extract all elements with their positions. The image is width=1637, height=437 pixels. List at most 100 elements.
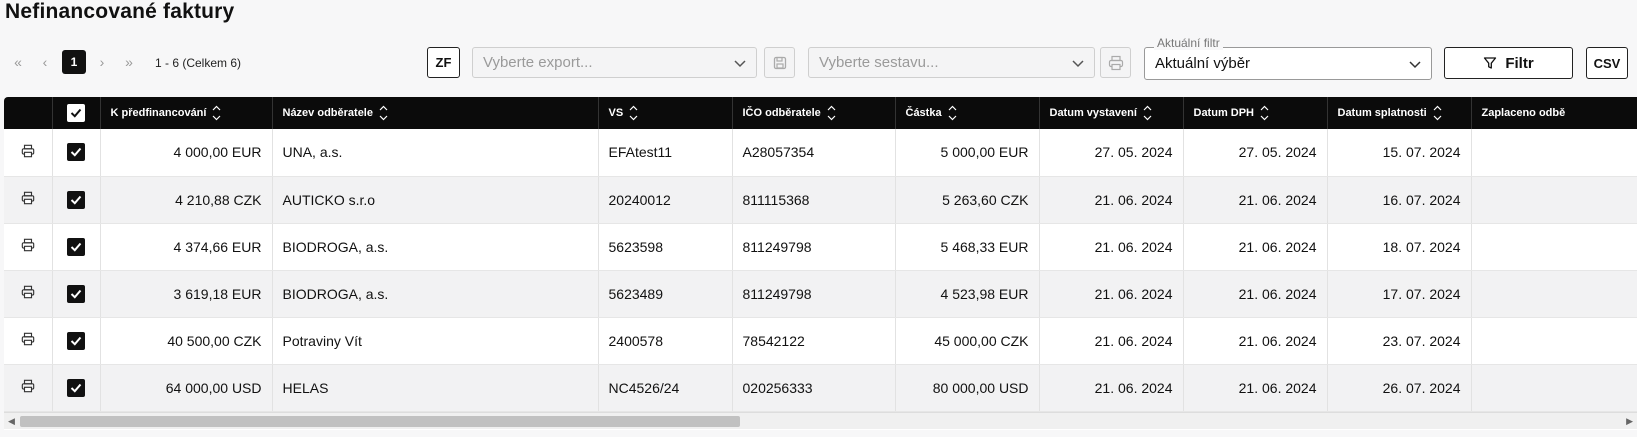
cell-vs: 5623598	[598, 223, 733, 271]
cell-customer: Potraviny Vít	[272, 317, 599, 365]
first-page-icon[interactable]: «	[7, 51, 29, 73]
header-prefinance[interactable]: K předfinancování	[100, 97, 273, 129]
cell-due: 18. 07. 2024	[1327, 223, 1472, 271]
printer-icon[interactable]	[21, 144, 35, 161]
sort-icon[interactable]	[1143, 104, 1152, 122]
row-checkbox[interactable]	[67, 378, 85, 397]
sort-icon[interactable]	[629, 104, 638, 122]
printer-icon[interactable]	[21, 332, 35, 349]
print-report-button[interactable]	[1100, 47, 1131, 78]
select-all-checkbox[interactable]	[67, 104, 85, 122]
sort-icon[interactable]	[379, 104, 388, 122]
cell-ico: 811249798	[732, 270, 896, 318]
cell-due: 16. 07. 2024	[1327, 176, 1472, 224]
cell-customer: HELAS	[272, 364, 599, 412]
save-export-button[interactable]	[764, 47, 795, 78]
save-icon	[773, 56, 786, 69]
sort-icon[interactable]	[948, 104, 957, 122]
header-paid[interactable]: Zaplaceno odbě	[1471, 97, 1637, 129]
table-row[interactable]: 3 619,18 EUR BIODROGA, a.s. 5623489 8112497…	[4, 270, 1637, 318]
filter-button[interactable]: Filtr	[1444, 47, 1573, 79]
header-amount[interactable]: Částka	[895, 97, 1040, 129]
cell-vs: 20240012	[598, 176, 733, 224]
cell-due: 15. 07. 2024	[1327, 129, 1472, 177]
cell-issued: 21. 06. 2024	[1039, 223, 1184, 271]
current-filter-label: Aktuální filtr	[1154, 36, 1223, 50]
cell-ico: A28057354	[732, 129, 896, 177]
cell-paid	[1471, 270, 1637, 318]
row-select-cell	[52, 129, 101, 177]
sort-icon[interactable]	[212, 104, 221, 122]
cell-ico: 811115368	[732, 176, 896, 224]
toolbar: « ‹ 1 › » 1 - 6 (Celkem 6) ZF Vyberte ex…	[0, 36, 1637, 84]
header-due[interactable]: Datum splatnosti	[1327, 97, 1472, 129]
chevron-down-icon	[1072, 60, 1084, 68]
row-checkbox[interactable]	[67, 143, 85, 162]
horizontal-scrollbar[interactable]: ◀ ▶	[4, 412, 1637, 429]
cell-issued: 27. 05. 2024	[1039, 129, 1184, 177]
export-select-placeholder: Vyberte export...	[483, 54, 593, 71]
current-filter-value: Aktuální výběr	[1155, 55, 1251, 72]
cell-paid	[1471, 176, 1637, 224]
table-row[interactable]: 4 000,00 EUR UNA, a.s. EFAtest11 A28057354 5…	[4, 129, 1637, 177]
cell-ico: 020256333	[732, 364, 896, 412]
cell-customer: AUTICKO s.r.o	[272, 176, 599, 224]
sort-icon[interactable]	[1260, 104, 1269, 122]
sort-icon[interactable]	[827, 104, 836, 122]
page-title: Nefinancované faktury	[5, 0, 235, 23]
printer-icon[interactable]	[21, 191, 35, 208]
cell-prefinance: 4 374,66 EUR	[100, 223, 273, 271]
printer-icon[interactable]	[21, 285, 35, 302]
table-row[interactable]: 64 000,00 USD HELAS NC4526/24 020256333 80 0…	[4, 364, 1637, 412]
zf-button[interactable]: ZF	[427, 47, 460, 78]
scroll-left-icon[interactable]: ◀	[8, 416, 15, 427]
table-row[interactable]: 4 374,66 EUR BIODROGA, a.s. 5623598 8112497…	[4, 223, 1637, 271]
cell-issued: 21. 06. 2024	[1039, 317, 1184, 365]
table-row[interactable]: 40 500,00 CZK Potraviny Vít 2400578 7854212…	[4, 317, 1637, 365]
sort-icon[interactable]	[1433, 104, 1442, 122]
header-vat-date[interactable]: Datum DPH	[1183, 97, 1328, 129]
row-print-cell	[4, 176, 53, 224]
cell-prefinance: 64 000,00 USD	[100, 364, 273, 412]
printer-icon	[1108, 55, 1123, 70]
prev-page-icon[interactable]: ‹	[34, 51, 56, 73]
cell-amount: 80 000,00 USD	[895, 364, 1040, 412]
cell-due: 26. 07. 2024	[1327, 364, 1472, 412]
current-filter-select[interactable]: Aktuální výběr	[1144, 47, 1432, 80]
scroll-right-icon[interactable]: ▶	[1626, 416, 1633, 427]
row-print-cell	[4, 223, 53, 271]
csv-button[interactable]: CSV	[1586, 47, 1628, 79]
cell-amount: 5 000,00 EUR	[895, 129, 1040, 177]
row-select-cell	[52, 223, 101, 271]
header-vs[interactable]: VS	[598, 97, 733, 129]
printer-icon[interactable]	[21, 379, 35, 396]
cell-customer: UNA, a.s.	[272, 129, 599, 177]
row-select-cell	[52, 270, 101, 318]
cell-vat-date: 21. 06. 2024	[1183, 317, 1328, 365]
header-select-all[interactable]	[52, 97, 101, 129]
row-select-cell	[52, 317, 101, 365]
row-checkbox[interactable]	[67, 284, 85, 303]
header-ico[interactable]: IČO odběratele	[732, 97, 896, 129]
scrollbar-thumb[interactable]	[20, 416, 740, 427]
last-page-icon[interactable]: »	[118, 51, 140, 73]
header-issued[interactable]: Datum vystavení	[1039, 97, 1184, 129]
header-customer[interactable]: Název odběratele	[272, 97, 599, 129]
funnel-icon	[1484, 57, 1497, 69]
chevron-down-icon	[734, 60, 746, 68]
current-page-button[interactable]: 1	[62, 50, 86, 74]
export-select[interactable]: Vyberte export...	[472, 47, 757, 78]
cell-prefinance: 4 210,88 CZK	[100, 176, 273, 224]
printer-icon[interactable]	[21, 238, 35, 255]
cell-ico: 811249798	[732, 223, 896, 271]
cell-paid	[1471, 129, 1637, 177]
cell-ico: 78542122	[732, 317, 896, 365]
row-checkbox[interactable]	[67, 237, 85, 256]
report-select[interactable]: Vyberte sestavu...	[808, 47, 1095, 78]
cell-due: 23. 07. 2024	[1327, 317, 1472, 365]
cell-vs: NC4526/24	[598, 364, 733, 412]
row-checkbox[interactable]	[67, 190, 85, 209]
row-checkbox[interactable]	[67, 331, 85, 350]
next-page-icon[interactable]: ›	[91, 51, 113, 73]
table-row[interactable]: 4 210,88 CZK AUTICKO s.r.o 20240012 8111153…	[4, 176, 1637, 224]
